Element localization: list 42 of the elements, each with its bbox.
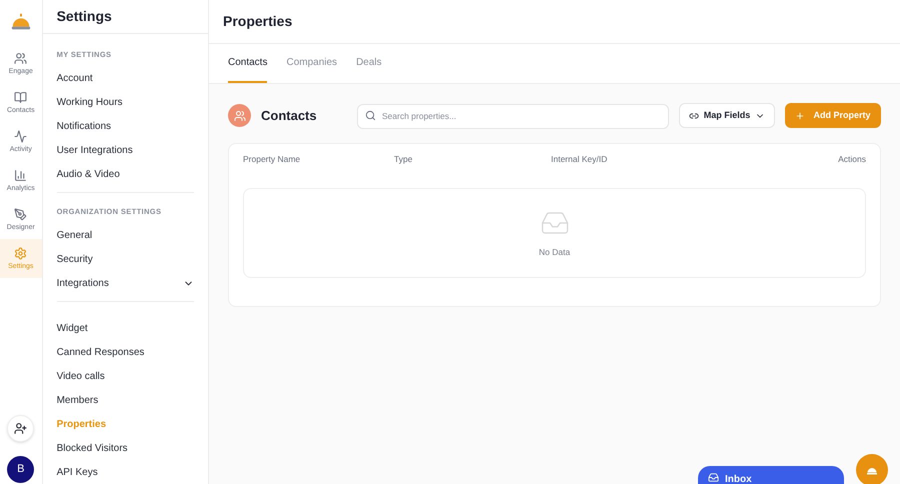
page-title: Properties	[223, 12, 292, 31]
column-header: Internal Key/ID	[551, 152, 608, 166]
column-header: Type	[394, 152, 414, 166]
settings-menu-item[interactable]: User Integrations	[56, 138, 194, 162]
bar-chart-icon	[14, 169, 28, 182]
settings-menu-item[interactable]: Audio & Video	[56, 162, 194, 186]
settings-menu-item[interactable]: Integrations	[56, 271, 194, 295]
user-avatar[interactable]: B	[7, 456, 34, 483]
tab[interactable]: Contacts	[228, 43, 268, 83]
link-icon	[688, 110, 699, 120]
search-icon	[365, 110, 376, 121]
section-title: Contacts	[261, 106, 318, 125]
inbox-icon	[708, 472, 719, 483]
plus-icon	[795, 110, 806, 120]
settings-menu-item[interactable]: Working Hours	[56, 90, 194, 114]
settings-menu-item[interactable]: Video calls	[56, 364, 194, 388]
book-icon	[14, 91, 28, 104]
bell-icon	[866, 465, 878, 475]
settings-menu-item[interactable]: API Keys	[56, 460, 194, 484]
column-header: Property Name	[243, 152, 302, 166]
add-user-button[interactable]	[7, 415, 34, 442]
settings-menu-item[interactable]: Notifications	[56, 114, 194, 138]
settings-title: Settings	[56, 7, 112, 26]
settings-menu-item[interactable]: Blocked Visitors	[56, 436, 194, 460]
settings-menu-item[interactable]: Canned Responses	[56, 340, 194, 364]
users-icon	[14, 52, 28, 65]
settings-menu-item[interactable]: Security	[56, 247, 194, 271]
column-header: Actions	[838, 152, 866, 166]
bell-logo-icon	[10, 12, 32, 32]
pulse-icon	[14, 130, 28, 143]
settings-menu-item[interactable]: Account	[56, 66, 194, 90]
settings-menu-item[interactable]: Widget	[56, 316, 194, 340]
settings-menu-item[interactable]: General	[56, 223, 194, 247]
map-fields-button[interactable]: Map Fields	[679, 103, 775, 128]
add-user-icon	[14, 422, 28, 435]
contacts-avatar-icon	[228, 104, 251, 127]
pen-icon	[14, 208, 28, 221]
search-field[interactable]: Search properties...	[357, 104, 669, 128]
inbox-widget[interactable]: Inbox	[698, 466, 844, 484]
settings-icon	[14, 247, 28, 260]
empty-text: No Data	[538, 246, 570, 258]
settings-menu-item[interactable]: Members	[56, 388, 194, 412]
